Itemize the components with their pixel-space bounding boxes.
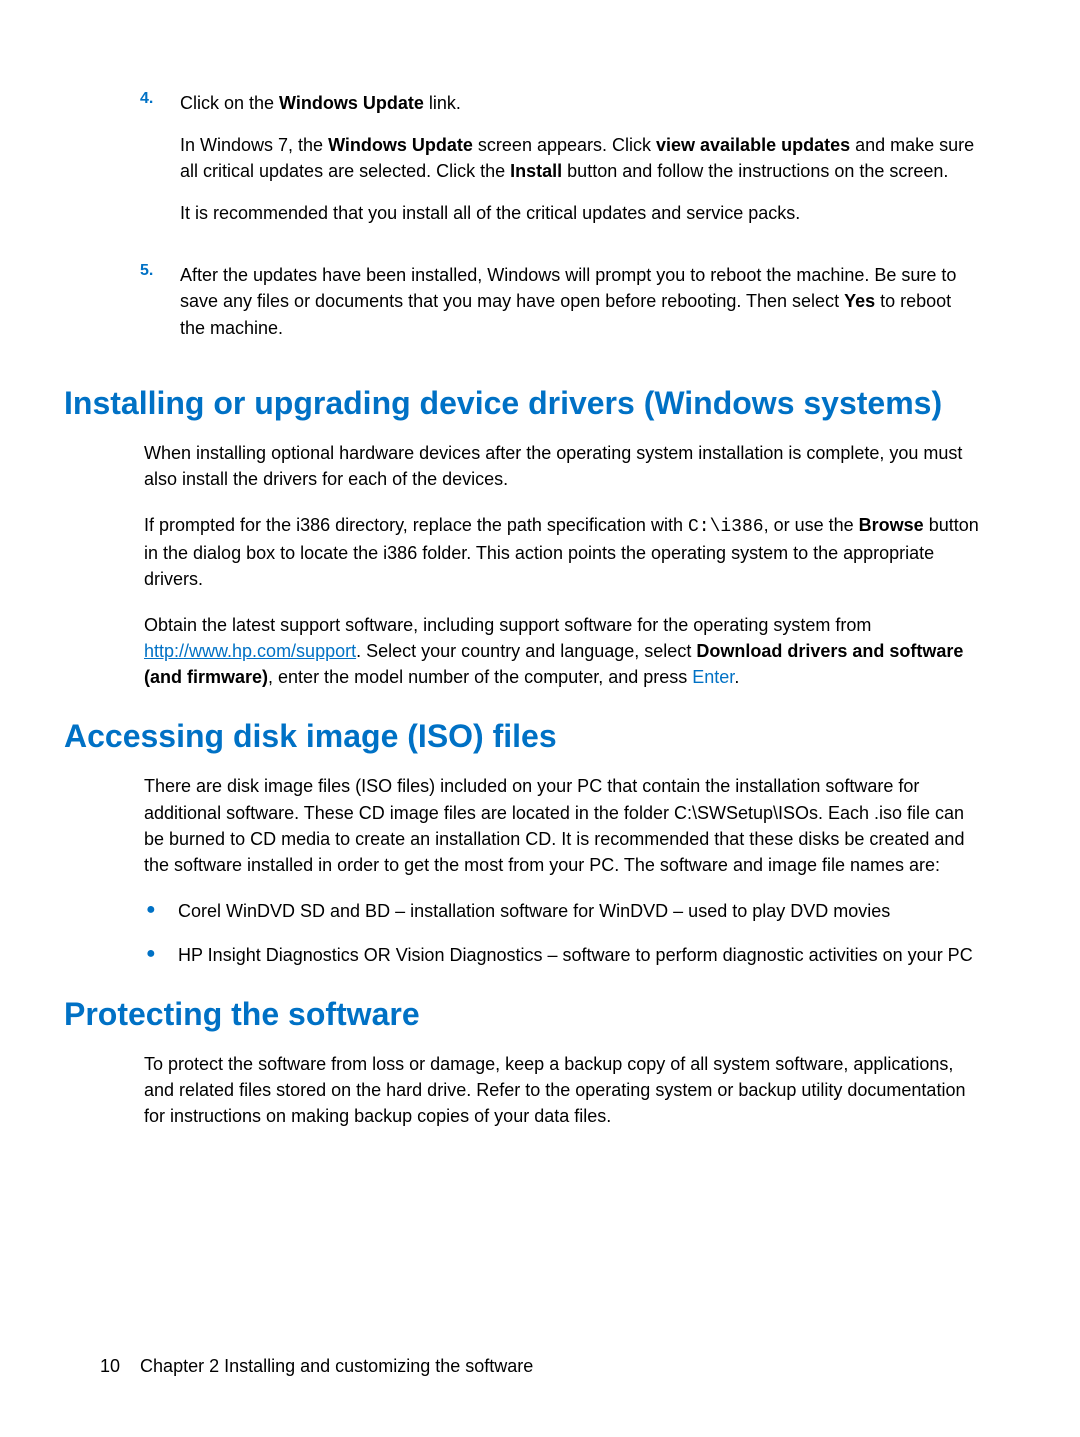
step-5: 5. After the updates have been installed… bbox=[136, 262, 980, 356]
bullet-icon: ● bbox=[144, 942, 178, 968]
page-number: 10 bbox=[100, 1356, 120, 1376]
support-link[interactable]: http://www.hp.com/support bbox=[144, 641, 356, 661]
step-number: 4. bbox=[136, 90, 180, 242]
heading-installing-drivers: Installing or upgrading device drivers (… bbox=[64, 385, 980, 422]
section-body: There are disk image files (ISO files) i… bbox=[144, 773, 980, 968]
step-text: After the updates have been installed, W… bbox=[180, 262, 980, 340]
path-text: C:\i386 bbox=[688, 517, 764, 537]
step-text: In Windows 7, the Windows Update screen … bbox=[180, 132, 980, 184]
section-body: To protect the software from loss or dam… bbox=[144, 1051, 980, 1129]
paragraph: Obtain the latest support software, incl… bbox=[144, 612, 980, 690]
list-item: ● Corel WinDVD SD and BD – installation … bbox=[144, 898, 980, 924]
paragraph: To protect the software from loss or dam… bbox=[144, 1051, 980, 1129]
paragraph: If prompted for the i386 directory, repl… bbox=[144, 512, 980, 592]
bullet-icon: ● bbox=[144, 898, 178, 924]
steps-list: 4. Click on the Windows Update link. In … bbox=[136, 90, 980, 357]
step-number: 5. bbox=[136, 262, 180, 356]
heading-iso-files: Accessing disk image (ISO) files bbox=[64, 718, 980, 755]
step-body: After the updates have been installed, W… bbox=[180, 262, 980, 356]
paragraph: When installing optional hardware device… bbox=[144, 440, 980, 492]
list-item: ● HP Insight Diagnostics OR Vision Diagn… bbox=[144, 942, 980, 968]
section-body: When installing optional hardware device… bbox=[144, 440, 980, 691]
bullet-list: ● Corel WinDVD SD and BD – installation … bbox=[144, 898, 980, 968]
paragraph: There are disk image files (ISO files) i… bbox=[144, 773, 980, 877]
bullet-text: Corel WinDVD SD and BD – installation so… bbox=[178, 898, 980, 924]
step-text: It is recommended that you install all o… bbox=[180, 200, 980, 226]
key-enter: Enter bbox=[692, 667, 734, 687]
bullet-text: HP Insight Diagnostics OR Vision Diagnos… bbox=[178, 942, 980, 968]
step-text: Click on the Windows Update link. bbox=[180, 90, 980, 116]
page-content: 4. Click on the Windows Update link. In … bbox=[100, 90, 980, 1129]
chapter-label: Chapter 2 Installing and customizing the… bbox=[140, 1356, 533, 1376]
step-body: Click on the Windows Update link. In Win… bbox=[180, 90, 980, 242]
page-footer: 10 Chapter 2 Installing and customizing … bbox=[100, 1356, 533, 1377]
step-4: 4. Click on the Windows Update link. In … bbox=[136, 90, 980, 242]
heading-protecting-software: Protecting the software bbox=[64, 996, 980, 1033]
